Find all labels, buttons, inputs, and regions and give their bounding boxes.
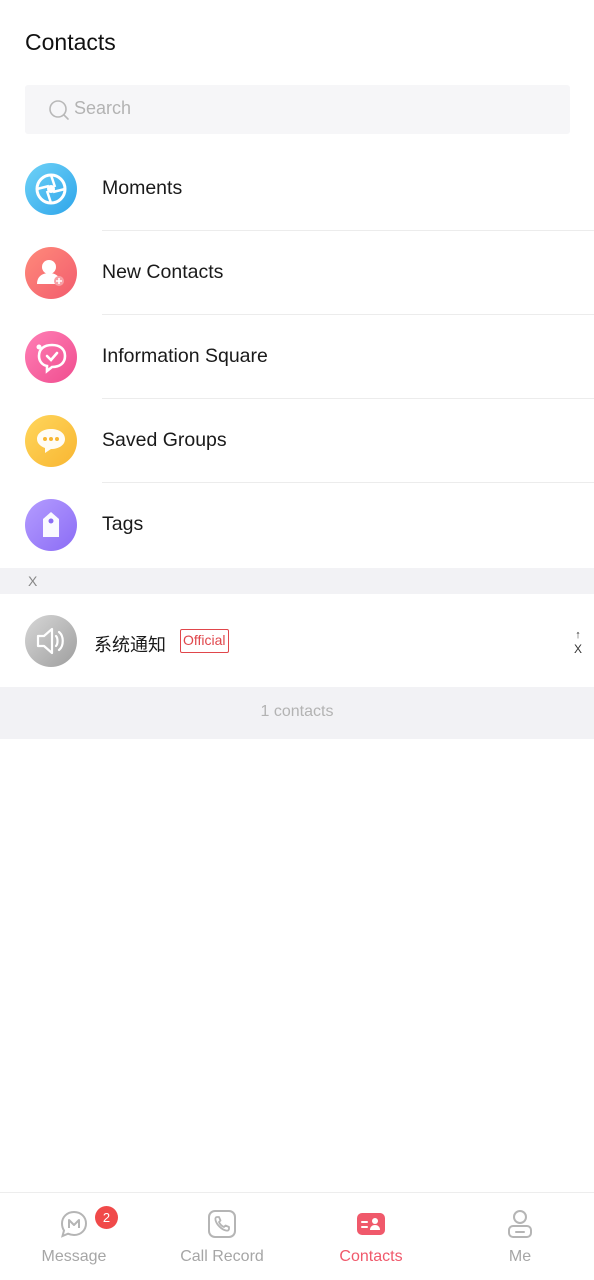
tab-message[interactable]: 2 Message xyxy=(0,1193,148,1280)
person-icon xyxy=(508,1210,532,1238)
contact-name: 系统通知 xyxy=(94,635,166,656)
menu-item-new-contacts[interactable]: New Contacts xyxy=(0,231,594,315)
contacts-count: 1 contacts xyxy=(0,687,594,739)
search-bar[interactable]: Search xyxy=(25,85,570,134)
tab-label: Message xyxy=(41,1248,107,1265)
contacts-count-text: 1 contacts xyxy=(260,703,334,720)
tag-icon xyxy=(25,499,77,551)
menu-item-label: Saved Groups xyxy=(102,429,227,451)
header: Contacts xyxy=(0,0,594,84)
menu-item-information-square[interactable]: Information Square xyxy=(0,315,594,399)
group-chat-icon xyxy=(25,415,77,467)
menu-item-label: New Contacts xyxy=(102,261,224,283)
menu-item-moments[interactable]: Moments xyxy=(0,147,594,231)
tab-contacts[interactable]: Contacts xyxy=(297,1193,445,1280)
menu-item-label: Information Square xyxy=(102,345,268,367)
chat-heart-icon xyxy=(25,331,77,383)
alphabet-index-bar[interactable]: ↑ X xyxy=(572,630,584,657)
contacts-card-icon xyxy=(357,1213,385,1235)
index-letter[interactable]: X xyxy=(572,641,584,657)
menu-item-tags[interactable]: Tags xyxy=(0,483,594,567)
section-letter: X xyxy=(28,573,38,589)
bottom-tab-bar: 2 Message Call Record Contacts Me xyxy=(0,1192,594,1280)
index-up-arrow[interactable]: ↑ xyxy=(572,630,584,641)
menu-item-label: Tags xyxy=(102,513,144,535)
search-icon xyxy=(49,100,69,120)
menu-item-label: Moments xyxy=(102,177,183,199)
message-icon xyxy=(60,1210,88,1238)
page-title: Contacts xyxy=(25,29,116,55)
add-person-icon xyxy=(25,247,77,299)
contacts-menu: Moments New Contacts Information Square xyxy=(0,147,594,567)
tab-me[interactable]: Me xyxy=(446,1193,594,1280)
speaker-icon xyxy=(25,615,77,667)
tab-call-record[interactable]: Call Record xyxy=(148,1193,296,1280)
section-header: X xyxy=(0,568,594,594)
phone-icon xyxy=(208,1210,236,1238)
official-badge: Official xyxy=(180,629,229,653)
tab-label: Me xyxy=(508,1248,532,1265)
tab-label: Call Record xyxy=(180,1248,264,1265)
moments-shutter-icon xyxy=(25,163,77,215)
menu-item-saved-groups[interactable]: Saved Groups xyxy=(0,399,594,483)
contact-row[interactable]: 系统通知 Official xyxy=(0,594,594,687)
search-placeholder: Search xyxy=(74,98,132,118)
tab-label: Contacts xyxy=(339,1248,403,1265)
unread-badge: 2 xyxy=(95,1206,118,1229)
